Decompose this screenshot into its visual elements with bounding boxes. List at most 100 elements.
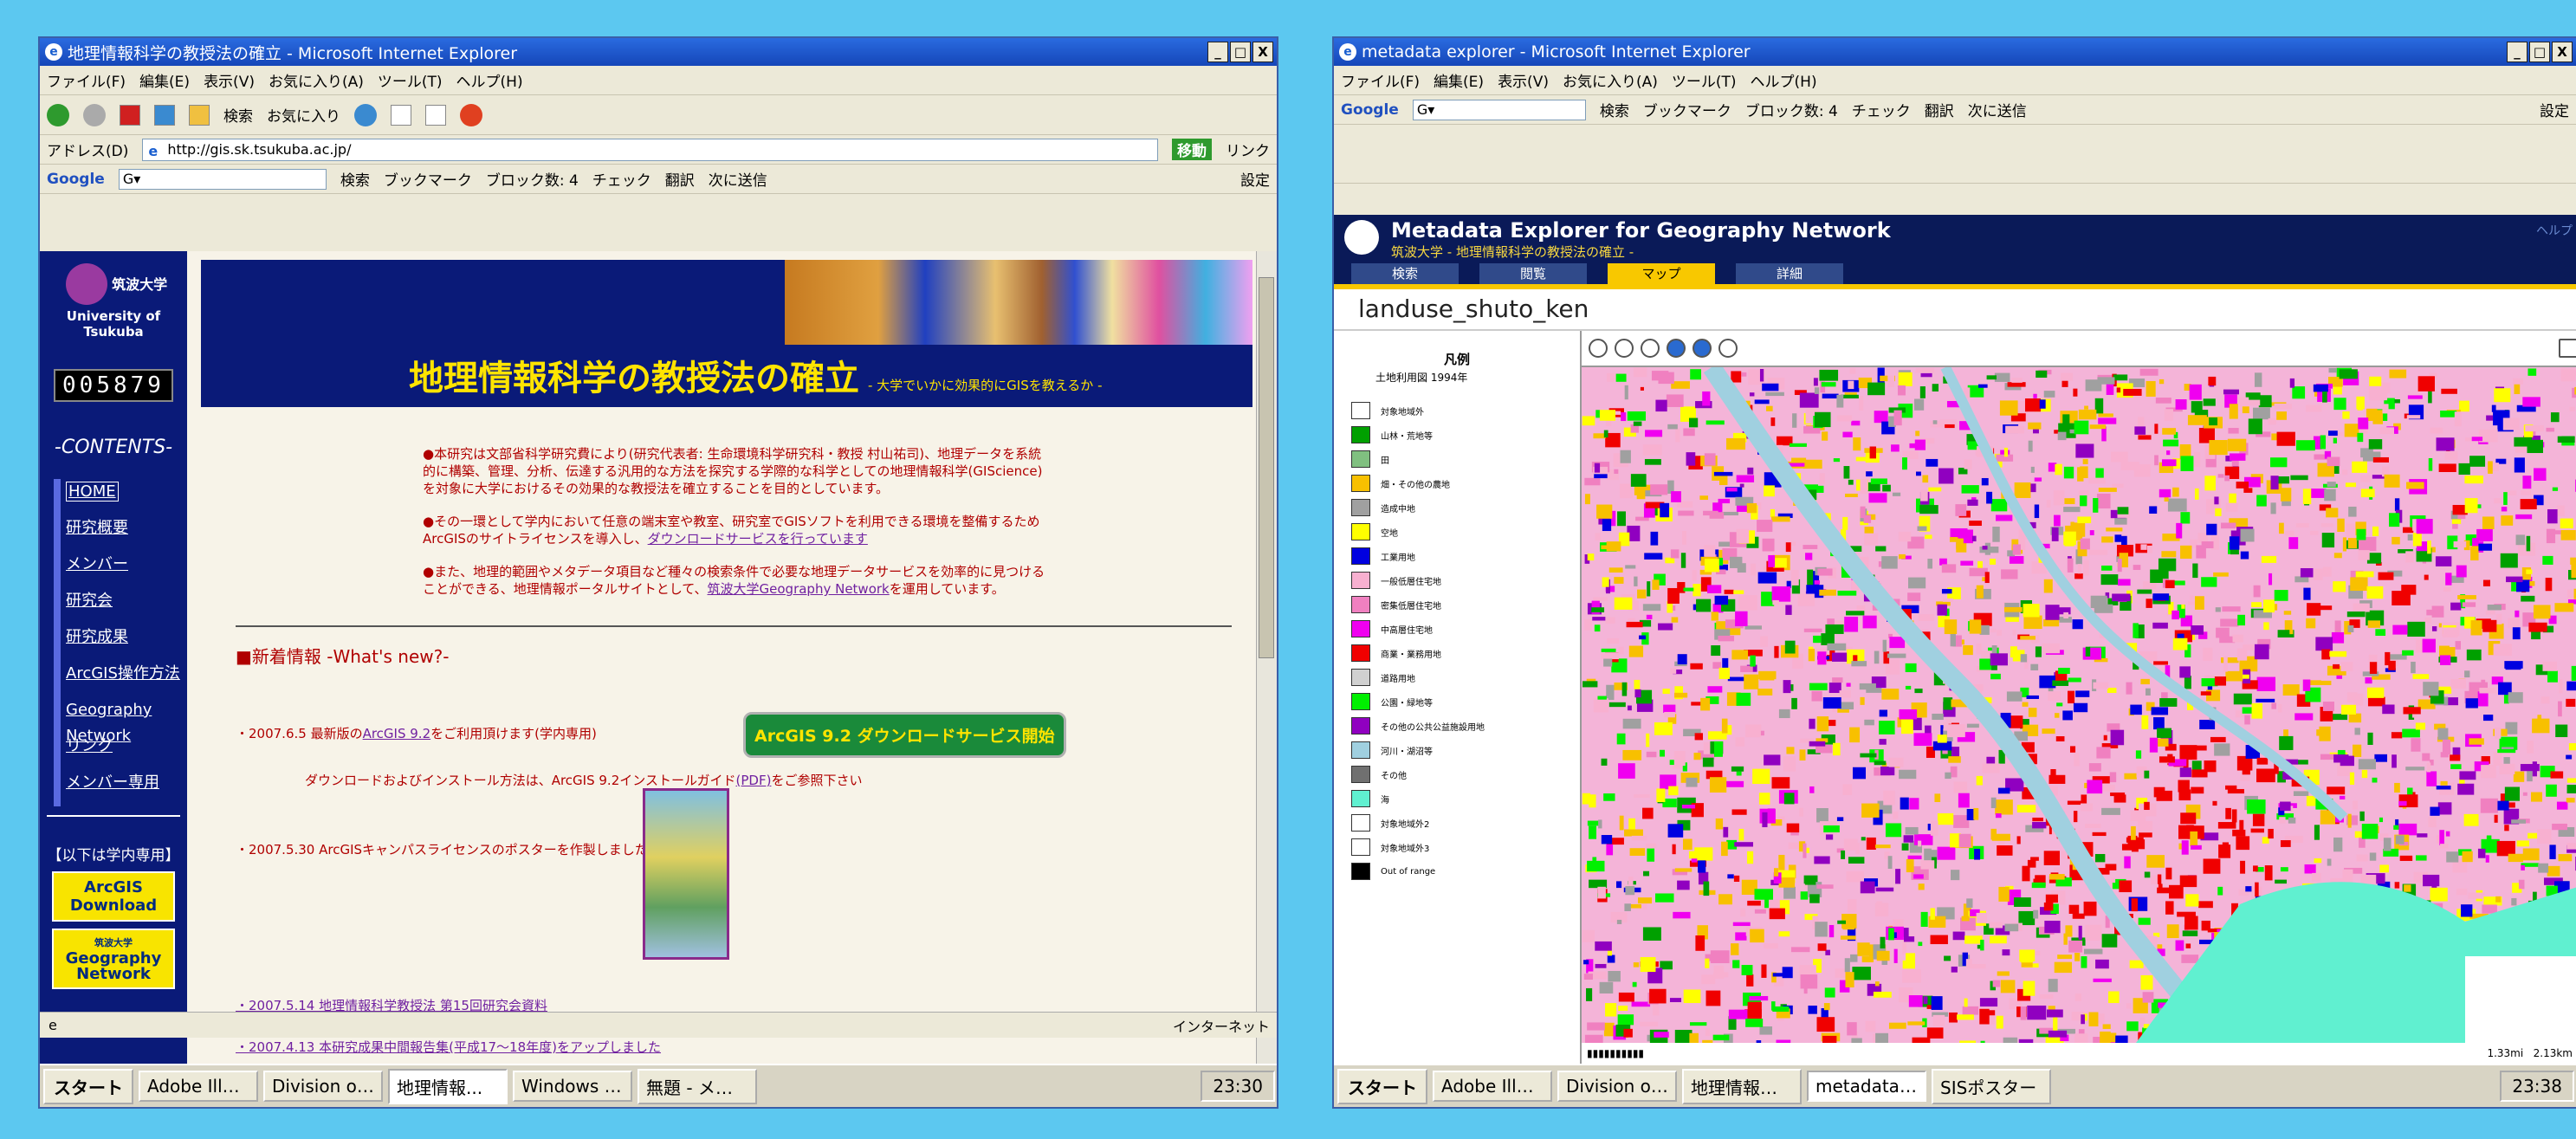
translate-button[interactable]: 翻訳 (1925, 99, 1954, 120)
start-button[interactable]: スタート (43, 1068, 133, 1104)
arcgis-download-button[interactable]: ArcGIS Download (52, 871, 175, 922)
close-button[interactable]: X (2552, 42, 2573, 62)
menu-item[interactable]: お気に入り(A) (1563, 69, 1658, 91)
start-button[interactable]: スタート (1337, 1068, 1427, 1104)
arcgis-link[interactable]: ArcGIS 9.2 (363, 726, 431, 741)
legend-row: 対象地域外3 (1334, 835, 1580, 859)
links-label[interactable]: リンク (1226, 139, 1270, 160)
layer-name: landuse_shuto_ken (1334, 289, 2576, 331)
google-search-button[interactable]: 検索 (1600, 99, 1629, 120)
taskbar-button[interactable]: Adobe Illustr... (139, 1071, 258, 1102)
history-icon[interactable] (354, 103, 377, 126)
send-button[interactable]: 次に送信 (709, 168, 767, 190)
zoom-out-icon[interactable] (1615, 339, 1634, 358)
home-icon[interactable] (189, 104, 210, 126)
taskbar-button[interactable]: 地理情報... (388, 1068, 508, 1104)
menu-item[interactable]: ファイル(F) (1341, 69, 1420, 91)
nav-item[interactable]: ArcGIS操作方法 (54, 661, 187, 697)
pan-icon[interactable] (1641, 339, 1660, 358)
taskbar-button[interactable]: metadata ... (1807, 1071, 1926, 1102)
google-search-button[interactable]: 検索 (340, 168, 370, 190)
bookmarks-button[interactable]: ブックマーク (384, 168, 472, 190)
nav-item-label: リンク (66, 737, 113, 755)
google-logo: Google (47, 170, 105, 188)
settings-button[interactable]: 設定 (2540, 99, 2569, 120)
menu-item[interactable]: 表示(V) (204, 69, 255, 91)
nav-item[interactable]: Geography Network (54, 697, 187, 745)
back-icon[interactable] (47, 103, 69, 126)
taskbar-button[interactable]: 無題 - メモ帳 (638, 1068, 757, 1104)
tab[interactable]: 詳細 (1736, 263, 1843, 284)
pdf-link[interactable]: (PDF) (736, 773, 772, 788)
menu-item[interactable]: ツール(T) (1672, 69, 1737, 91)
google-toolbar: Google G▾ 検索 ブックマーク ブロック数: 4 チェック 翻訳 次に送… (40, 165, 1277, 194)
poster-thumbnail[interactable] (643, 788, 729, 960)
forward-arrow-icon[interactable] (1718, 339, 1738, 358)
minimize-button[interactable]: _ (2507, 42, 2527, 62)
favorites-button[interactable]: お気に入り (267, 104, 340, 126)
taskbar-button[interactable]: 地理情報科... (1682, 1068, 1802, 1104)
landuse-map[interactable] (1582, 367, 2576, 1043)
menu-bar: ファイル(F) 編集(E) 表示(V) お気に入り(A) ツール(T) ヘルプ(H) (40, 66, 1277, 95)
spellcheck-button[interactable]: チェック (1852, 99, 1911, 120)
taskbar-button[interactable]: Division of S... (1557, 1071, 1677, 1102)
forward-icon[interactable] (83, 103, 106, 126)
menu-item[interactable]: 表示(V) (1498, 69, 1549, 91)
popup-blocked[interactable]: ブロック数: 4 (1745, 99, 1838, 120)
menu-item[interactable]: 編集(E) (1434, 69, 1484, 91)
zoom-in-icon[interactable] (1589, 339, 1608, 358)
search-button[interactable]: 検索 (223, 104, 253, 126)
tab[interactable]: マップ (1608, 263, 1715, 284)
globe-icon[interactable] (1667, 339, 1686, 358)
menu-item[interactable]: ファイル(F) (47, 69, 126, 91)
settings-button[interactable]: 設定 (1240, 168, 1270, 190)
nav-item[interactable]: 研究会 (54, 588, 187, 625)
download-service-link[interactable]: ダウンロードサービスを行っています (648, 531, 868, 547)
tab[interactable]: 閲覧 (1479, 263, 1587, 284)
send-button[interactable]: 次に送信 (1968, 99, 2027, 120)
taskbar-button[interactable]: Windows Me... (513, 1071, 632, 1102)
stop-icon[interactable] (120, 104, 140, 126)
spellcheck-button[interactable]: チェック (592, 168, 651, 190)
geography-network-button[interactable]: 筑波大学 Geography Network (52, 929, 175, 989)
menu-item[interactable]: ヘルプ(H) (456, 69, 523, 91)
back-arrow-icon[interactable] (1693, 339, 1712, 358)
geography-network-link[interactable]: 筑波大学Geography Network (708, 581, 890, 597)
minimize-button[interactable]: _ (1207, 42, 1228, 62)
taskbar-button[interactable]: SISポスター (1932, 1068, 2051, 1104)
nav-item[interactable]: メンバー (54, 552, 187, 588)
print-icon[interactable] (2559, 339, 2576, 358)
nav-item[interactable]: 研究概要 (54, 515, 187, 552)
print-icon[interactable] (425, 104, 446, 126)
maximize-button[interactable]: □ (1230, 42, 1251, 62)
tab[interactable]: 検索 (1351, 263, 1459, 284)
menu-item[interactable]: お気に入り(A) (269, 69, 364, 91)
google-search-input[interactable]: G▾ (118, 168, 327, 190)
nav-item[interactable]: メンバー専用 (54, 770, 187, 806)
download-service-banner[interactable]: ArcGIS 9.2 ダウンロードサービス開始 (743, 712, 1066, 758)
address-input[interactable]: http://gis.sk.tsukuba.ac.jp/ (142, 138, 1158, 162)
scrollbar-thumb[interactable] (1259, 277, 1274, 658)
addon-icon[interactable] (460, 103, 482, 126)
taskbar-button[interactable]: Adobe Illustr... (1433, 1071, 1552, 1102)
menu-item[interactable]: ツール(T) (378, 69, 443, 91)
mail-icon[interactable] (391, 104, 411, 126)
google-search-input[interactable]: G▾ (1412, 99, 1586, 120)
news4-link[interactable]: ・2007.4.13 本研究成果中間報告集(平成17〜18年度)をアップしました (236, 1039, 661, 1055)
nav-item[interactable]: HOME (54, 479, 187, 515)
maximize-button[interactable]: □ (2529, 42, 2550, 62)
go-button[interactable]: 移動 (1172, 139, 1212, 160)
translate-button[interactable]: 翻訳 (665, 168, 695, 190)
legend-row: 空地 (1334, 520, 1580, 544)
bookmarks-button[interactable]: ブックマーク (1643, 99, 1731, 120)
close-button[interactable]: X (1252, 42, 1273, 62)
vertical-scrollbar[interactable] (1256, 251, 1277, 1064)
help-link[interactable]: ヘルプ (2536, 222, 2573, 239)
nav-item[interactable]: 研究成果 (54, 625, 187, 661)
menu-item[interactable]: ヘルプ(H) (1751, 69, 1817, 91)
menu-item[interactable]: 編集(E) (139, 69, 190, 91)
taskbar-button[interactable]: Division of S... (263, 1071, 383, 1102)
popup-blocked[interactable]: ブロック数: 4 (486, 168, 579, 190)
refresh-icon[interactable] (154, 104, 175, 126)
map-canvas[interactable] (1582, 367, 2576, 1043)
